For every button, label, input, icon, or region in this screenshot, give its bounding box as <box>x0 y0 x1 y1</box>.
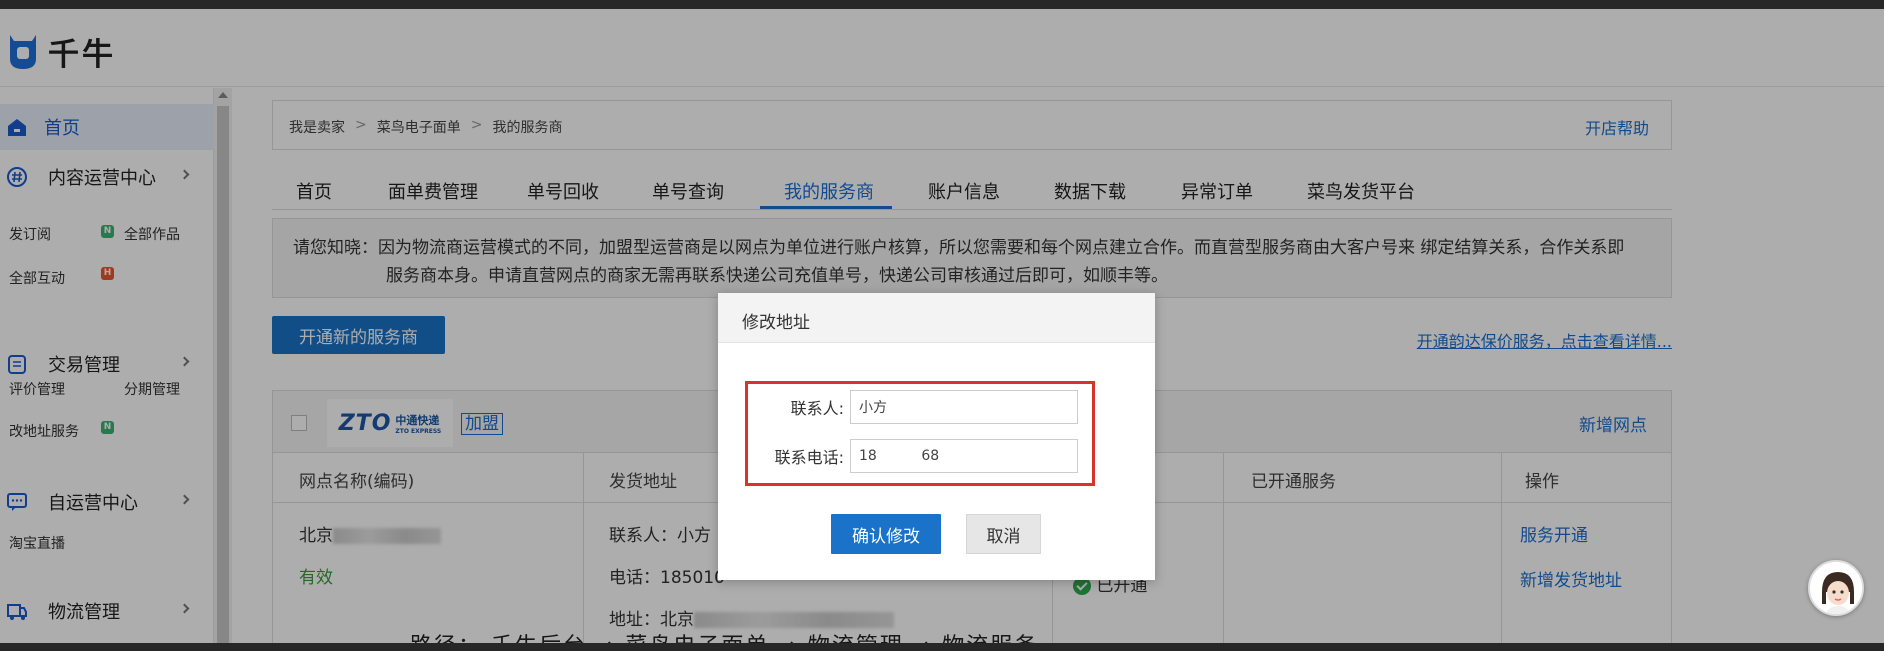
assistant-avatar[interactable] <box>1808 560 1864 616</box>
phone-label: 联系电话: <box>774 448 844 467</box>
cancel-button[interactable]: 取消 <box>966 514 1041 554</box>
phone-row: 联系电话: <box>748 439 1078 473</box>
edit-address-dialog: 修改地址 联系人: 联系电话: 确认修改 取消 <box>718 293 1155 580</box>
phone-input[interactable] <box>850 439 1078 473</box>
contact-label: 联系人: <box>790 399 844 418</box>
confirm-edit-button[interactable]: 确认修改 <box>831 514 941 554</box>
contact-row: 联系人: <box>748 390 1078 424</box>
dialog-title: 修改地址 <box>718 293 1155 343</box>
contact-input[interactable] <box>850 390 1078 424</box>
highlighted-form-area: 联系人: 联系电话: <box>745 381 1095 486</box>
